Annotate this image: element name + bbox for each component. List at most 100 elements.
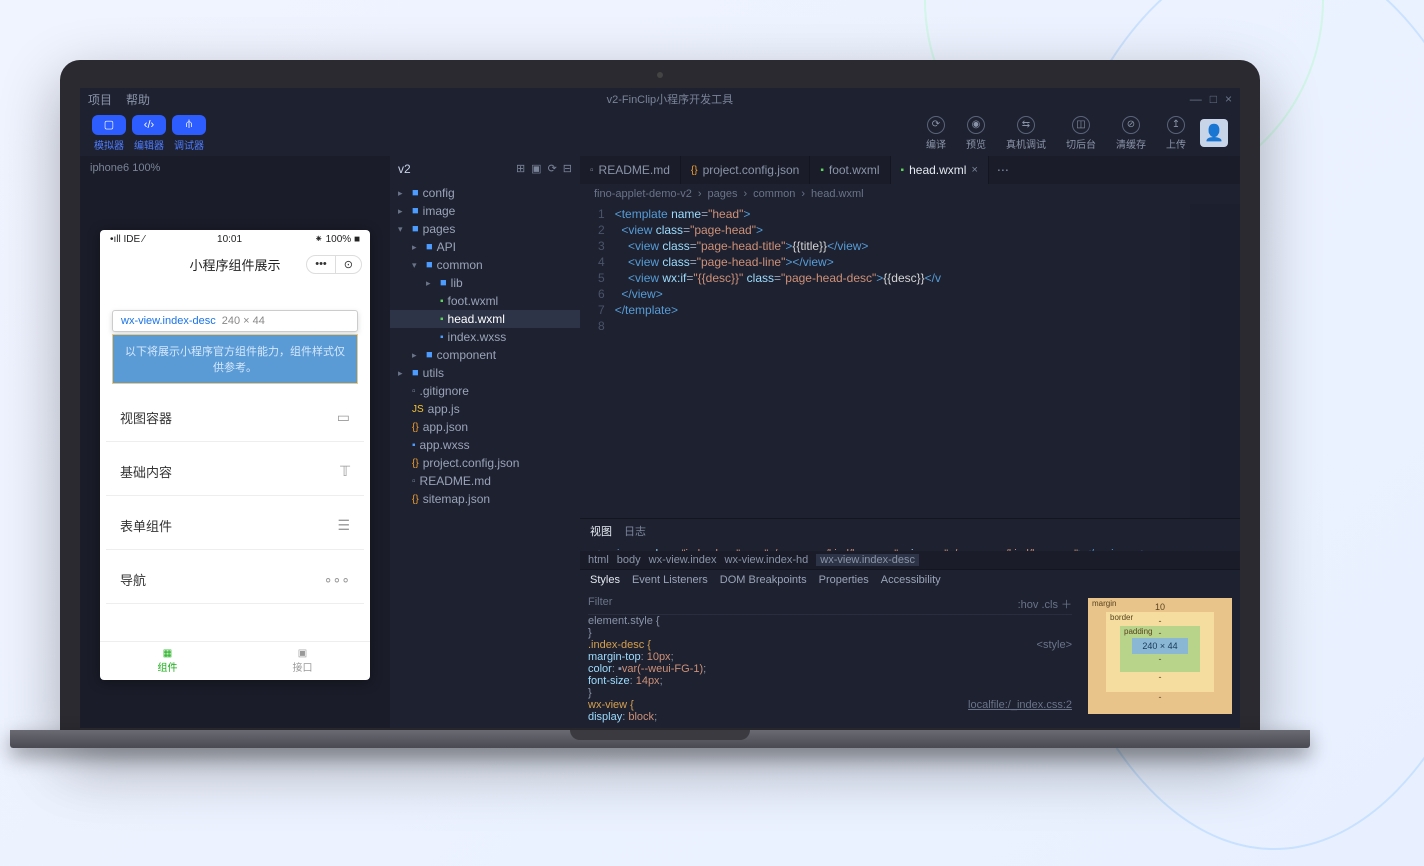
styles-tab-props[interactable]: Properties <box>819 574 869 586</box>
elements-breadcrumb[interactable]: htmlbodywx-view.indexwx-view.index-hdwx-… <box>580 551 1240 569</box>
js-icon: JS <box>412 404 424 415</box>
tree-file-sitemap[interactable]: {}sitemap.json <box>390 490 580 508</box>
tab-overflow[interactable]: ⋯ <box>989 156 1017 184</box>
json-icon: {} <box>412 458 419 469</box>
tree-file-readme[interactable]: ▫README.md <box>390 472 580 490</box>
folder-icon: ■ <box>412 223 419 235</box>
file-explorer: v2 ⊞ ▣ ⟳ ⊟ ▸■config ▸■image ▾■pages ▸■AP… <box>390 156 580 728</box>
titlebar: 项目 帮助 v2-FinClip小程序开发工具 — □ × <box>80 88 1240 110</box>
action-cache[interactable]: ⊘清缓存 <box>1116 116 1146 151</box>
tree-file-app-js[interactable]: JSapp.js <box>390 400 580 418</box>
devtools-tab-elements[interactable]: 视图 <box>590 523 612 539</box>
styles-tab-styles[interactable]: Styles <box>590 574 620 586</box>
status-battery: ⁕ 100% ■ <box>314 234 360 245</box>
minimap[interactable] <box>1190 204 1240 518</box>
md-icon: ▫ <box>412 476 416 487</box>
status-time: 10:01 <box>217 234 242 245</box>
list-item-content[interactable]: 基础内容𝕋 <box>106 448 364 496</box>
folder-icon: ■ <box>426 349 433 361</box>
app-title: 小程序组件展示 <box>189 255 280 274</box>
tab-foot-wxml[interactable]: ▪foot.wxml <box>810 156 890 184</box>
tree-folder-utils[interactable]: ▸■utils <box>390 364 580 382</box>
tree-folder-image[interactable]: ▸■image <box>390 202 580 220</box>
simulator-device-label: iphone6 100% <box>80 156 390 180</box>
tree-file-app-wxss[interactable]: ▪app.wxss <box>390 436 580 454</box>
menu-help[interactable]: 帮助 <box>126 91 150 108</box>
line-gutter: 12345678 <box>580 204 615 518</box>
styles-pane[interactable]: Filter:hov .cls ＋ element.style { } .ind… <box>580 590 1080 728</box>
chip-icon: ▣ <box>235 648 370 659</box>
mode-editor[interactable]: ‹/›编辑器 <box>132 115 166 152</box>
mode-debugger[interactable]: ⫛调试器 <box>172 115 206 152</box>
tree-folder-api[interactable]: ▸■API <box>390 238 580 256</box>
action-preview[interactable]: ◉预览 <box>966 116 986 151</box>
code-editor[interactable]: 12345678 <template name="head"> <view cl… <box>580 204 1240 518</box>
wxml-icon: ▪ <box>440 314 444 325</box>
ide-screen: 项目 帮助 v2-FinClip小程序开发工具 — □ × ▢模拟器 ‹/›编辑… <box>80 88 1240 728</box>
tab-head-wxml[interactable]: ▪head.wxml× <box>891 156 989 184</box>
folder-icon: ■ <box>412 205 419 217</box>
styles-hov[interactable]: :hov .cls ＋ <box>1018 596 1072 612</box>
tab-close-icon[interactable]: × <box>971 164 977 176</box>
avatar[interactable]: 👤 <box>1200 119 1228 147</box>
list-item-view[interactable]: 视图容器▭ <box>106 394 364 442</box>
json-icon: {} <box>691 165 698 176</box>
file-icon: ▫ <box>412 386 416 397</box>
action-upload[interactable]: ↥上传 <box>1166 116 1186 151</box>
inspector-tooltip: wx-view.index-desc 240 × 44 <box>112 310 358 332</box>
tab-project-config[interactable]: {}project.config.json <box>681 156 810 184</box>
tree-folder-lib[interactable]: ▸■lib <box>390 274 580 292</box>
tree-folder-component[interactable]: ▸■component <box>390 346 580 364</box>
highlighted-element[interactable]: 以下将展示小程序官方组件能力，组件样式仅供参考。 <box>112 334 358 384</box>
styles-tab-dom[interactable]: DOM Breakpoints <box>720 574 807 586</box>
close-icon[interactable]: × <box>1225 92 1232 106</box>
action-remote[interactable]: ⇆真机调试 <box>1006 116 1046 151</box>
toolbar: ▢模拟器 ‹/›编辑器 ⫛调试器 ⟳编译 ◉预览 ⇆真机调试 ◫切后台 ⊘清缓存… <box>80 110 1240 156</box>
more-icon: ∘∘∘ <box>324 571 350 588</box>
tabbar-component[interactable]: ▦组件 <box>100 642 235 680</box>
menu-project[interactable]: 项目 <box>88 91 112 108</box>
wxss-icon: ▪ <box>412 440 416 451</box>
capsule-button[interactable]: •••⊙ <box>306 255 362 274</box>
list-icon: ☰ <box>337 517 350 534</box>
folder-icon: ■ <box>440 277 447 289</box>
json-icon: {} <box>412 494 419 505</box>
tree-folder-common[interactable]: ▾■common <box>390 256 580 274</box>
tree-file-head-wxml[interactable]: ▪head.wxml <box>390 310 580 328</box>
tab-readme[interactable]: ▫README.md <box>580 156 681 184</box>
new-file-icon[interactable]: ⊞ <box>516 162 525 176</box>
tree-file-index-wxss[interactable]: ▪index.wxss <box>390 328 580 346</box>
tree-file-app-json[interactable]: {}app.json <box>390 418 580 436</box>
tabbar-api[interactable]: ▣接口 <box>235 642 370 680</box>
folder-icon: ■ <box>412 187 419 199</box>
mode-simulator[interactable]: ▢模拟器 <box>92 115 126 152</box>
devtools-tab-console[interactable]: 日志 <box>624 523 646 539</box>
tree-file-project-config[interactable]: {}project.config.json <box>390 454 580 472</box>
new-folder-icon[interactable]: ▣ <box>531 162 541 176</box>
json-icon: {} <box>412 422 419 433</box>
window-title: v2-FinClip小程序开发工具 <box>150 91 1190 107</box>
tree-folder-pages[interactable]: ▾■pages <box>390 220 580 238</box>
styles-tab-a11y[interactable]: Accessibility <box>881 574 941 586</box>
editor-tabs: ▫README.md {}project.config.json ▪foot.w… <box>580 156 1240 184</box>
elements-tree[interactable]: ▸<wx-image class="index-logo" src="../re… <box>580 543 1240 551</box>
styles-tab-listeners[interactable]: Event Listeners <box>632 574 708 586</box>
list-item-form[interactable]: 表单组件☰ <box>106 502 364 550</box>
tree-file-foot-wxml[interactable]: ▪foot.wxml <box>390 292 580 310</box>
action-background[interactable]: ◫切后台 <box>1066 116 1096 151</box>
action-compile[interactable]: ⟳编译 <box>926 116 946 151</box>
wxml-icon: ▪ <box>820 165 824 176</box>
maximize-icon[interactable]: □ <box>1210 92 1217 106</box>
styles-filter[interactable]: Filter <box>588 596 612 612</box>
list-item-nav[interactable]: 导航∘∘∘ <box>106 556 364 604</box>
refresh-icon[interactable]: ⟳ <box>548 162 557 176</box>
tree-folder-config[interactable]: ▸■config <box>390 184 580 202</box>
folder-icon: ■ <box>426 259 433 271</box>
wxss-icon: ▪ <box>440 332 444 343</box>
folder-icon: ■ <box>426 241 433 253</box>
devtools-panel: 视图 日志 ▸<wx-image class="index-logo" src=… <box>580 518 1240 728</box>
editor-area: ▫README.md {}project.config.json ▪foot.w… <box>580 156 1240 728</box>
minimize-icon[interactable]: — <box>1190 92 1202 106</box>
tree-file-gitignore[interactable]: ▫.gitignore <box>390 382 580 400</box>
collapse-icon[interactable]: ⊟ <box>563 162 572 176</box>
